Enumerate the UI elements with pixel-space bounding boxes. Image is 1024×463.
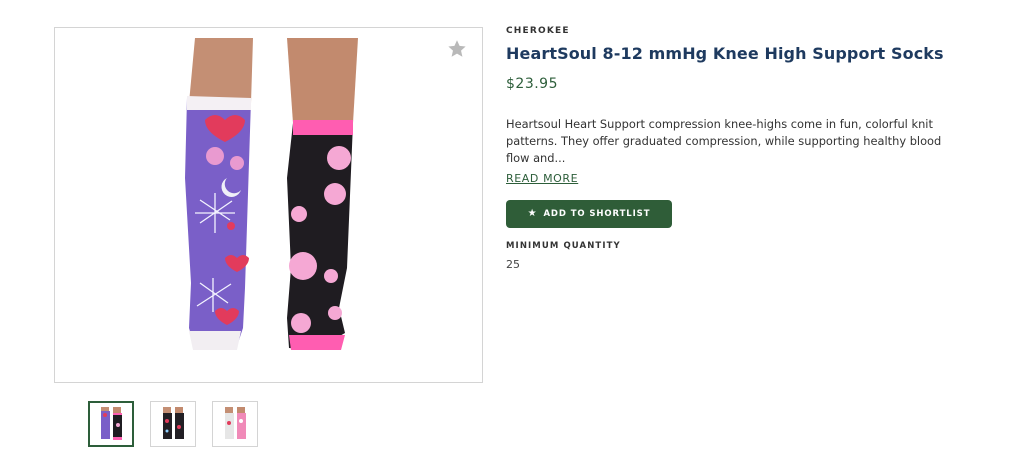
product-title: HeartSoul 8-12 mmHg Knee High Support So… bbox=[506, 44, 944, 63]
add-to-shortlist-button[interactable]: ★ ADD TO SHORTLIST bbox=[506, 200, 672, 228]
minimum-quantity-label: MINIMUM QUANTITY bbox=[506, 241, 621, 251]
star-icon[interactable] bbox=[446, 38, 468, 60]
product-price: $23.95 bbox=[506, 76, 558, 92]
brand-label: CHEROKEE bbox=[506, 26, 570, 36]
minimum-quantity-value: 25 bbox=[506, 258, 520, 271]
thumbnail-2-image bbox=[163, 407, 184, 439]
main-product-image bbox=[54, 27, 483, 383]
add-to-shortlist-label: ADD TO SHORTLIST bbox=[543, 209, 651, 219]
thumbnail-gallery bbox=[88, 401, 258, 447]
product-photo-socks bbox=[185, 38, 358, 350]
product-details: CHEROKEE HeartSoul 8-12 mmHg Knee High S… bbox=[506, 26, 986, 271]
product-description: Heartsoul Heart Support compression knee… bbox=[506, 117, 942, 165]
read-more-link[interactable]: READ MORE bbox=[506, 172, 578, 185]
thumbnail-3-image bbox=[225, 407, 246, 439]
thumbnail-2[interactable] bbox=[150, 401, 196, 447]
thumbnail-1-image bbox=[101, 407, 122, 440]
star-icon: ★ bbox=[527, 208, 538, 219]
thumbnail-3[interactable] bbox=[212, 401, 258, 447]
thumbnail-1[interactable] bbox=[88, 401, 134, 447]
